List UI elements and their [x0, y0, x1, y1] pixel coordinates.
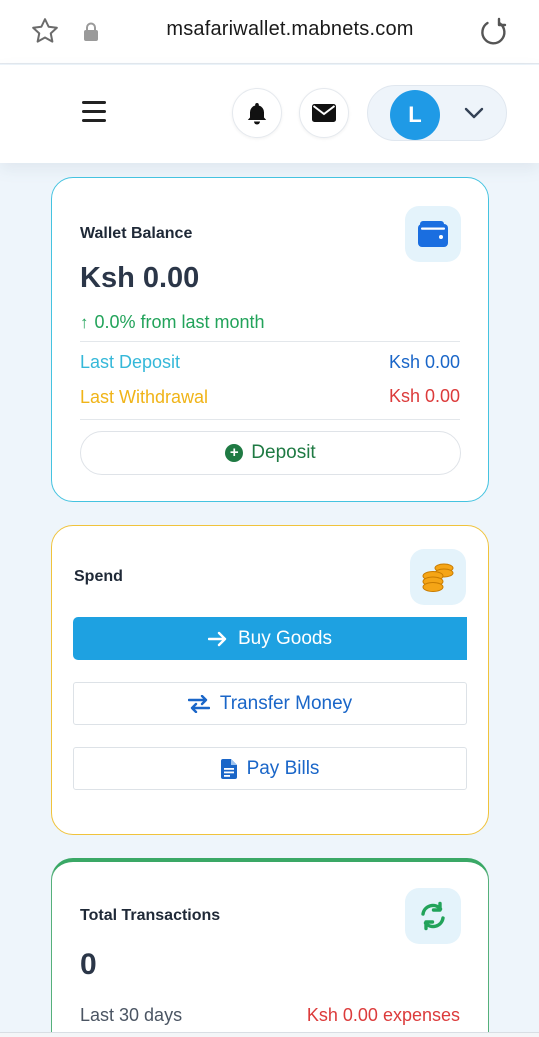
total-transactions-title: Total Transactions — [80, 907, 221, 924]
wallet-balance-amount: Ksh 0.00 — [80, 262, 200, 294]
coins-icon-box — [410, 549, 466, 605]
buy-goods-label: Buy Goods — [238, 627, 332, 649]
notifications-button[interactable] — [232, 88, 282, 138]
last-deposit-label: Last Deposit — [80, 352, 181, 372]
avatar[interactable]: L — [390, 90, 440, 140]
wallet-balance-card: Wallet Balance Ksh 0.00 ↑ 0.0% from last … — [51, 177, 489, 502]
spend-card: Spend Buy Goods Transfer Money Pay Bills — [51, 525, 489, 835]
transfer-money-label: Transfer Money — [219, 692, 353, 714]
wallet-icon-box — [405, 206, 461, 262]
url-text[interactable]: msafariwallet.mabnets.com — [120, 18, 460, 41]
coins-icon — [422, 563, 454, 592]
last-deposit-value: Ksh 0.00 — [388, 352, 460, 372]
app-header: L — [0, 65, 539, 163]
chevron-down-icon[interactable] — [464, 106, 484, 120]
document-icon — [220, 758, 237, 779]
wallet-icon — [418, 221, 448, 247]
arrow-right-icon — [208, 631, 228, 647]
pay-bills-label: Pay Bills — [246, 757, 320, 779]
deposit-button-label: Deposit — [251, 442, 316, 463]
buy-goods-button[interactable]: Buy Goods — [73, 617, 467, 660]
total-transactions-card: Total Transactions 0 Last 30 days Ksh 0.… — [51, 858, 489, 1037]
transactions-period: Last 30 days — [80, 1005, 183, 1025]
transfer-arrows-icon — [187, 694, 210, 713]
browser-url-bar: msafariwallet.mabnets.com — [0, 0, 539, 64]
balance-change: ↑ 0.0% from last month — [80, 312, 265, 333]
bottom-edge — [0, 1032, 539, 1037]
envelope-icon — [312, 104, 336, 122]
sync-icon — [421, 901, 445, 931]
arrow-up-icon: ↑ — [80, 313, 89, 332]
spend-title: Spend — [74, 568, 123, 585]
menu-icon[interactable] — [82, 101, 106, 123]
divider — [80, 341, 460, 342]
lock-icon — [84, 22, 98, 41]
profile-dropdown[interactable]: L — [367, 85, 507, 141]
transactions-expenses: Ksh 0.00 expenses — [306, 1005, 460, 1025]
reload-icon[interactable] — [478, 16, 510, 48]
transactions-count: 0 — [80, 948, 97, 981]
last-withdrawal-label: Last Withdrawal — [80, 387, 209, 407]
refresh-icon-box — [405, 888, 461, 944]
deposit-button[interactable]: + Deposit — [80, 431, 461, 475]
balance-change-text: 0.0% from last month — [94, 312, 265, 332]
wallet-balance-title: Wallet Balance — [80, 225, 193, 242]
messages-button[interactable] — [299, 88, 349, 138]
plus-circle-icon: + — [225, 444, 244, 462]
transfer-money-button[interactable]: Transfer Money — [73, 682, 467, 725]
pay-bills-button[interactable]: Pay Bills — [73, 747, 467, 790]
bookmark-star-icon[interactable] — [30, 16, 60, 46]
last-withdrawal-value: Ksh 0.00 — [388, 386, 460, 406]
divider — [80, 419, 460, 420]
bell-icon — [247, 103, 267, 125]
